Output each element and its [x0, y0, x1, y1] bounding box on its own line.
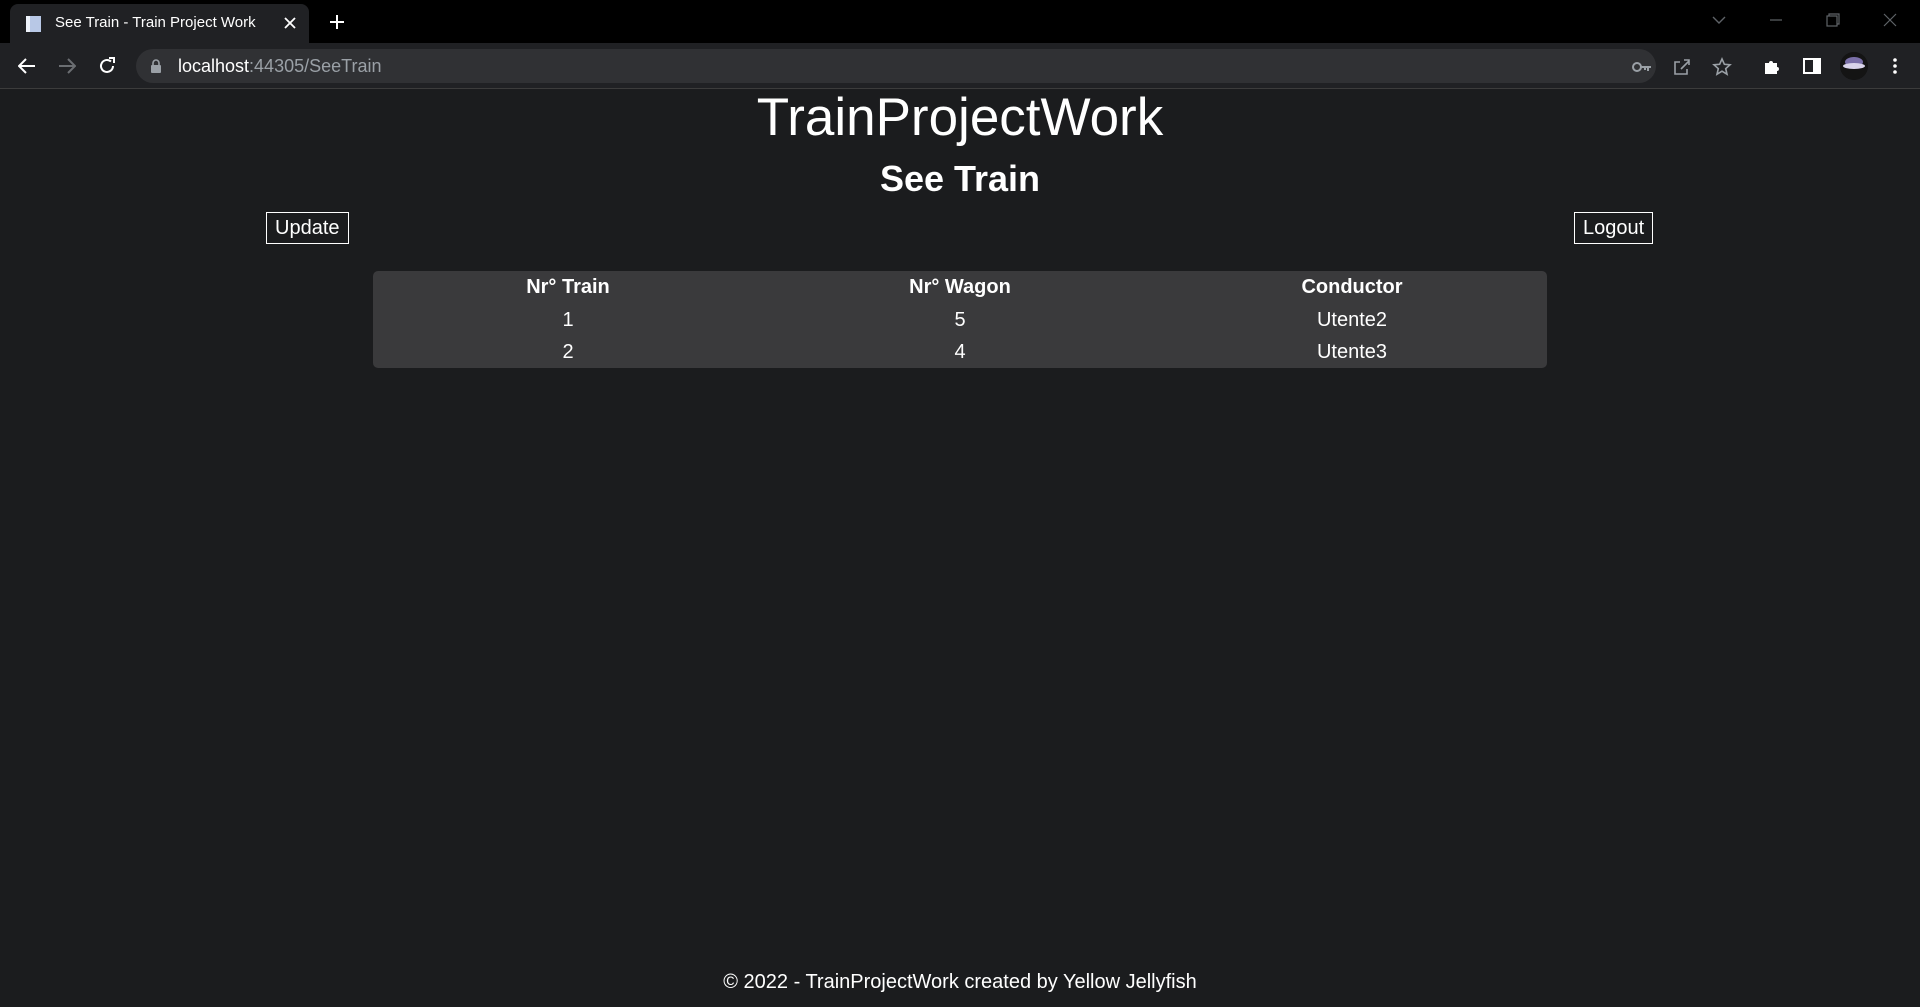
trains-table-container: Nr° Train Nr° Wagon Conductor 1 5 Utente… — [373, 271, 1547, 368]
reload-icon[interactable] — [94, 53, 120, 79]
table-row: 1 5 Utente2 — [373, 304, 1547, 336]
new-tab-icon[interactable] — [325, 10, 349, 34]
logout-button[interactable]: Logout — [1574, 212, 1654, 244]
cell-wagon-number: 4 — [954, 340, 966, 363]
cell-train-number: 2 — [562, 340, 574, 363]
table-header-row: Nr° Train Nr° Wagon Conductor — [373, 271, 1547, 304]
browser-toolbar: localhost:44305/SeeTrain — [0, 43, 1920, 89]
address-bar[interactable]: localhost:44305/SeeTrain — [136, 49, 1732, 83]
url-host: localhost — [178, 56, 250, 76]
lock-icon[interactable] — [150, 59, 162, 73]
close-window-icon[interactable] — [1867, 6, 1913, 34]
cell-conductor: Utente2 — [1316, 308, 1388, 331]
restore-icon[interactable] — [1810, 6, 1856, 34]
key-icon[interactable] — [1631, 56, 1653, 78]
tab-close-icon[interactable] — [280, 13, 300, 33]
url-path: :44305/SeeTrain — [249, 56, 382, 76]
bookmark-star-icon[interactable] — [1711, 56, 1733, 78]
chrome-menu-icon[interactable] — [1883, 54, 1907, 78]
side-panel-icon[interactable] — [1800, 54, 1824, 78]
minimize-icon[interactable] — [1753, 6, 1799, 34]
back-arrow-icon[interactable] — [14, 53, 40, 79]
share-icon[interactable] — [1671, 56, 1693, 78]
update-button[interactable]: Update — [266, 212, 349, 244]
extensions-puzzle-icon[interactable] — [1760, 54, 1784, 78]
page-title: See Train — [879, 158, 1041, 199]
browser-tab-active[interactable]: See Train - Train Project Work — [10, 4, 309, 43]
cell-train-number: 1 — [562, 308, 574, 331]
forward-arrow-icon[interactable] — [54, 53, 80, 79]
url-text: localhost:44305/SeeTrain — [178, 56, 381, 77]
cell-wagon-number: 5 — [954, 308, 966, 331]
page-favicon-icon — [25, 15, 45, 33]
browser-tab-strip: See Train - Train Project Work — [0, 0, 1920, 43]
header-conductor: Conductor — [1301, 276, 1403, 298]
profile-avatar[interactable] — [1840, 52, 1868, 80]
header-wagon-number: Nr° Wagon — [909, 276, 1011, 298]
trains-table: Nr° Train Nr° Wagon Conductor 1 5 Utente… — [373, 271, 1547, 368]
tab-title: See Train - Train Project Work — [55, 14, 256, 31]
tab-search-chevron-icon[interactable] — [1696, 6, 1742, 34]
cell-conductor: Utente3 — [1316, 340, 1388, 363]
table-row: 2 4 Utente3 — [373, 336, 1547, 368]
footer-copyright: © 2022 - TrainProjectWork created by Yel… — [723, 971, 1197, 993]
header-train-number: Nr° Train — [526, 276, 610, 298]
site-title: TrainProjectWork — [756, 88, 1164, 147]
